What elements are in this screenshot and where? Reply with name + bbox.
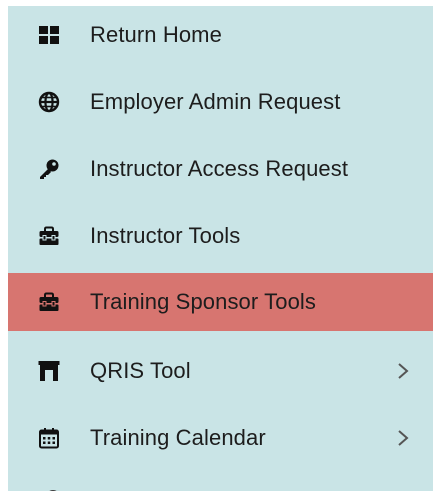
grid-icon — [38, 24, 60, 46]
menu-item-label: Instructor Tools — [90, 223, 241, 248]
menu-item-training-calendar[interactable]: Training Calendar — [8, 409, 433, 467]
toolbox-icon — [38, 225, 60, 247]
archway-icon — [38, 360, 60, 382]
menu-item-label: QRIS Tool — [90, 358, 191, 383]
menu-item-label: Employer Admin Request — [90, 89, 341, 114]
menu-item-label: Training Sponsor Tools — [90, 289, 316, 314]
menu-item-label: Instructor Access Request — [90, 156, 349, 181]
menu-item-instructor-tools[interactable]: Instructor Tools — [8, 207, 433, 265]
toolbox-icon — [38, 291, 60, 313]
menu-item-label: Training Calendar — [90, 425, 266, 450]
menu-item-training-sponsor-tools[interactable]: Training Sponsor Tools — [8, 273, 433, 331]
menu-item-employer-admin-request[interactable]: Employer Admin Request — [8, 73, 433, 131]
menu-item-instructor-access-request[interactable]: Instructor Access Request — [8, 140, 433, 198]
menu-item-qris-tool[interactable]: QRIS Tool — [8, 342, 433, 400]
calendar-icon — [38, 427, 60, 449]
menu-item-return-home[interactable]: Return Home — [8, 6, 433, 64]
menu-item-label: Return Home — [90, 22, 222, 47]
sidebar-menu: Return Home Employer Admin Request Instr… — [8, 6, 433, 491]
chevron-right-icon[interactable] — [396, 362, 410, 380]
chevron-right-icon[interactable] — [396, 429, 410, 447]
globe-icon — [38, 91, 60, 113]
key-icon — [38, 158, 60, 180]
